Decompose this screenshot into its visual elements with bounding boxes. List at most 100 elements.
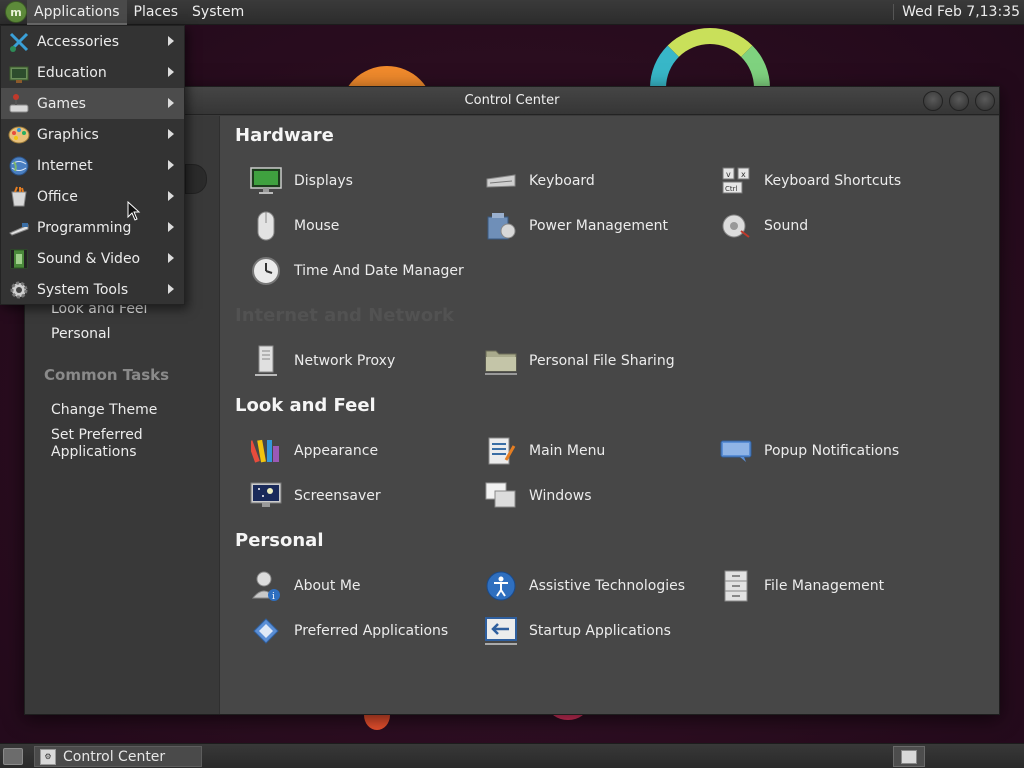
menu-item-label: Accessories bbox=[37, 33, 120, 50]
item-label: Displays bbox=[294, 173, 353, 189]
programming-icon bbox=[8, 217, 30, 239]
submenu-arrow-icon bbox=[168, 253, 174, 263]
item-label: Personal File Sharing bbox=[529, 353, 675, 369]
task-set-preferred[interactable]: Set Preferred bbox=[51, 427, 143, 444]
applications-menu-button[interactable]: Applications bbox=[27, 0, 127, 25]
item-label: Keyboard Shortcuts bbox=[764, 173, 902, 189]
item-appearance[interactable]: Appearance bbox=[250, 434, 378, 468]
network-proxy-icon bbox=[250, 345, 282, 377]
sidebar-search-field-edge[interactable] bbox=[185, 164, 207, 194]
keyboard-shortcuts-icon: v x Ctrl bbox=[720, 165, 752, 197]
distro-logo-icon[interactable]: m bbox=[5, 1, 27, 23]
item-main-menu[interactable]: Main Menu bbox=[485, 434, 605, 468]
item-screensaver[interactable]: Screensaver bbox=[250, 479, 381, 513]
item-network-proxy[interactable]: Network Proxy bbox=[250, 344, 395, 378]
menu-item-internet[interactable]: Internet bbox=[1, 150, 184, 181]
submenu-arrow-icon bbox=[168, 129, 174, 139]
control-center-taskbar-icon: ⚙ bbox=[40, 748, 56, 765]
accessories-icon bbox=[8, 31, 30, 53]
preferred-applications-icon bbox=[250, 615, 282, 647]
appearance-icon bbox=[250, 435, 282, 467]
clock-icon bbox=[250, 255, 282, 287]
minimize-button[interactable] bbox=[923, 91, 943, 111]
item-time-and-date-manager[interactable]: Time And Date Manager bbox=[250, 254, 464, 288]
submenu-arrow-icon bbox=[168, 222, 174, 232]
submenu-arrow-icon bbox=[168, 36, 174, 46]
item-keyboard[interactable]: Keyboard bbox=[485, 164, 595, 198]
item-displays[interactable]: Displays bbox=[250, 164, 353, 198]
svg-text:v: v bbox=[726, 170, 731, 179]
item-label: Preferred Applications bbox=[294, 623, 449, 639]
internet-icon bbox=[8, 155, 30, 177]
svg-text:Ctrl: Ctrl bbox=[725, 185, 738, 193]
games-icon bbox=[8, 93, 30, 115]
submenu-arrow-icon bbox=[168, 160, 174, 170]
item-label: Assistive Technologies bbox=[529, 578, 686, 594]
workspace-switcher[interactable] bbox=[893, 746, 925, 767]
panel-clock[interactable]: Wed Feb 7,13:35 bbox=[893, 4, 1024, 20]
maximize-button[interactable] bbox=[949, 91, 969, 111]
menu-item-games[interactable]: Games bbox=[1, 88, 184, 119]
item-popup-notifications[interactable]: Popup Notifications bbox=[720, 434, 899, 468]
section-title-hardware: Hardware bbox=[235, 125, 334, 146]
item-label: Startup Applications bbox=[529, 623, 671, 639]
menu-item-sound-video[interactable]: Sound & Video bbox=[1, 243, 184, 274]
item-label: Power Management bbox=[529, 218, 669, 234]
menu-item-office[interactable]: Office bbox=[1, 181, 184, 212]
places-menu-button[interactable]: Places bbox=[127, 0, 186, 25]
menu-item-system-tools[interactable]: System Tools bbox=[1, 274, 184, 305]
item-about-me[interactable]: i About Me bbox=[250, 569, 361, 603]
window-title: Control Center bbox=[464, 93, 560, 108]
item-label: Sound bbox=[764, 218, 809, 234]
menu-item-accessories[interactable]: Accessories bbox=[1, 26, 184, 57]
sound-video-icon bbox=[8, 248, 30, 270]
item-label: Screensaver bbox=[294, 488, 381, 504]
close-button[interactable] bbox=[975, 91, 995, 111]
item-keyboard-shortcuts[interactable]: v x Ctrl Keyboard Shortcuts bbox=[720, 164, 901, 198]
item-label: Main Menu bbox=[529, 443, 606, 459]
item-label: Popup Notifications bbox=[764, 443, 900, 459]
item-power-management[interactable]: Power Management bbox=[485, 209, 668, 243]
item-label: Mouse bbox=[294, 218, 340, 234]
section-title-internet-and-network: Internet and Network bbox=[235, 305, 454, 326]
mouse-pointer-icon bbox=[127, 201, 141, 221]
popup-notifications-icon bbox=[720, 435, 752, 467]
menu-item-programming[interactable]: Programming bbox=[1, 212, 184, 243]
item-startup-applications[interactable]: Startup Applications bbox=[485, 614, 671, 648]
section-title-personal: Personal bbox=[235, 530, 324, 551]
item-windows[interactable]: Windows bbox=[485, 479, 592, 513]
menu-item-label: Office bbox=[37, 188, 78, 205]
menu-item-education[interactable]: Education bbox=[1, 57, 184, 88]
sound-icon bbox=[720, 210, 752, 242]
menu-item-label: Sound & Video bbox=[37, 250, 141, 267]
item-label: Network Proxy bbox=[294, 353, 396, 369]
item-sound[interactable]: Sound bbox=[720, 209, 808, 243]
workspace-icon bbox=[901, 749, 917, 764]
item-file-management[interactable]: File Management bbox=[720, 569, 884, 603]
item-mouse[interactable]: Mouse bbox=[250, 209, 339, 243]
submenu-arrow-icon bbox=[168, 98, 174, 108]
taskbar-button-control-center[interactable]: ⚙ Control Center bbox=[34, 746, 202, 767]
item-personal-file-sharing[interactable]: Personal File Sharing bbox=[485, 344, 675, 378]
item-preferred-applications[interactable]: Preferred Applications bbox=[250, 614, 448, 648]
item-label: Time And Date Manager bbox=[294, 263, 464, 279]
menu-item-graphics[interactable]: Graphics bbox=[1, 119, 184, 150]
about-me-icon: i bbox=[250, 570, 282, 602]
task-set-preferred-applications[interactable]: Applications bbox=[51, 444, 137, 461]
windows-icon bbox=[485, 480, 517, 512]
section-title-look-and-feel: Look and Feel bbox=[235, 395, 376, 416]
item-label: Appearance bbox=[294, 443, 379, 459]
system-menu-button[interactable]: System bbox=[185, 0, 251, 25]
bottom-panel: ⚙ Control Center bbox=[0, 743, 1024, 768]
show-desktop-icon[interactable] bbox=[3, 748, 23, 765]
item-assistive-technologies[interactable]: Assistive Technologies bbox=[485, 569, 685, 603]
window-controls bbox=[923, 91, 995, 111]
system-tools-icon bbox=[8, 279, 30, 301]
submenu-arrow-icon bbox=[168, 191, 174, 201]
task-change-theme[interactable]: Change Theme bbox=[51, 402, 157, 419]
sidebar-item-personal[interactable]: Personal bbox=[51, 326, 111, 343]
office-icon bbox=[8, 186, 30, 208]
displays-icon bbox=[250, 165, 282, 197]
control-center-content: Hardware Displays Keyboard v x Ctrl Keyboa… bbox=[219, 116, 999, 714]
menu-item-label: Internet bbox=[37, 157, 93, 174]
